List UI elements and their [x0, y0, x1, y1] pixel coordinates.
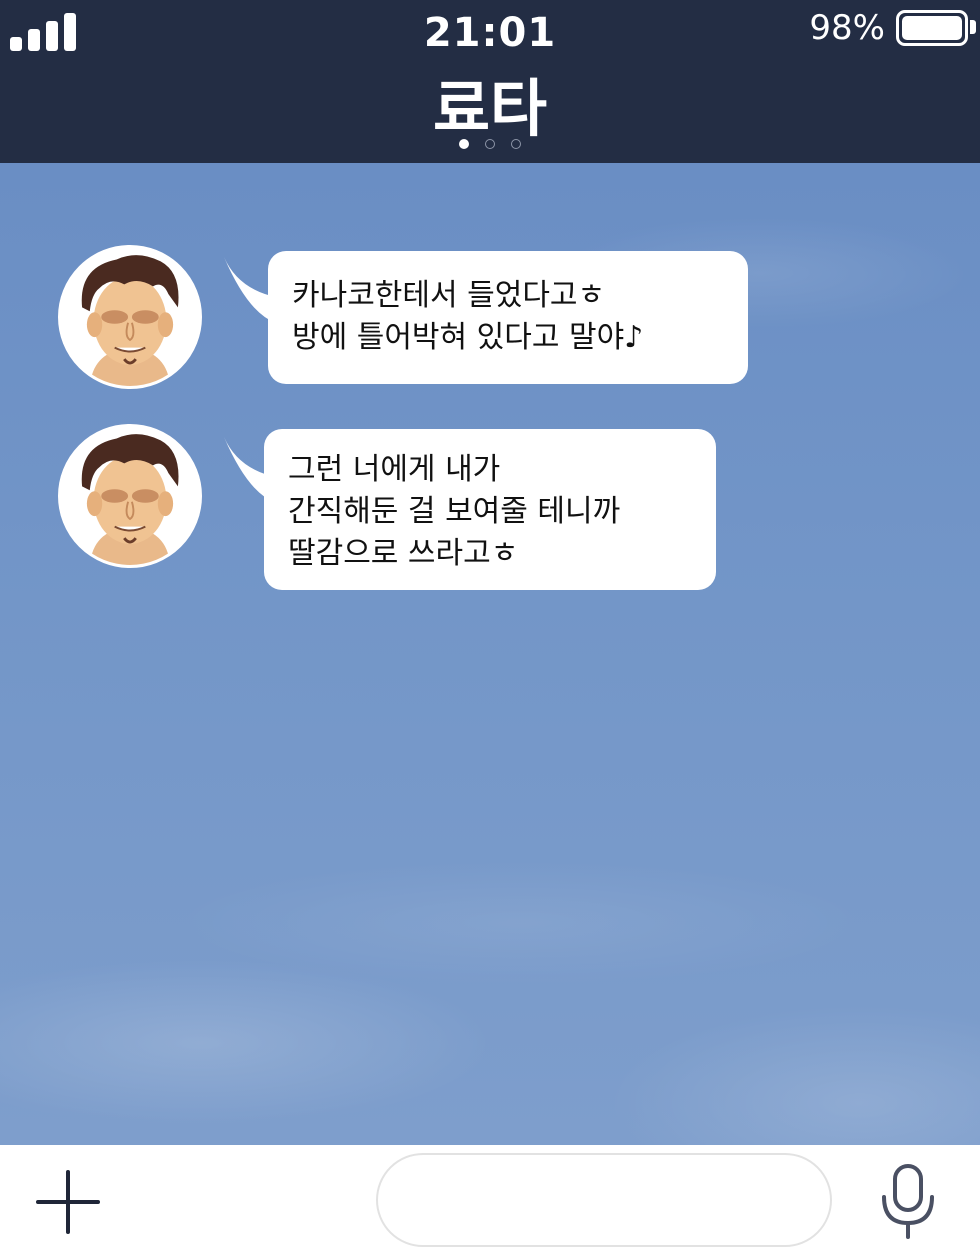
page-dot-2[interactable]: [485, 139, 495, 149]
plus-icon[interactable]: [36, 1170, 100, 1234]
avatar[interactable]: [58, 245, 202, 389]
page-dot-3[interactable]: [511, 139, 521, 149]
battery-icon: [896, 10, 968, 46]
message-bubble[interactable]: 그런 너에게 내가 간직해둔 걸 보여줄 테니까 딸감으로 쓰라고ㅎ: [264, 429, 716, 590]
avatar-portrait-icon: [61, 248, 199, 386]
message-line: 방에 틀어박혀 있다고 말야♪: [292, 320, 644, 355]
message-bubble[interactable]: 카나코한테서 들었다고ㅎ 방에 틀어박혀 있다고 말야♪: [268, 251, 748, 384]
avatar[interactable]: [58, 424, 202, 568]
page-dot-1[interactable]: [459, 139, 469, 149]
message-line: 간직해둔 걸 보여줄 테니까: [288, 494, 621, 529]
chat-header: 21:01 98% 료타: [0, 0, 980, 163]
avatar-portrait-icon: [61, 427, 199, 565]
message-line: 그런 너에게 내가: [288, 452, 501, 487]
microphone-icon[interactable]: [878, 1163, 938, 1239]
message-line: 카나코한테서 들었다고ㅎ: [292, 278, 606, 313]
battery-nub: [970, 20, 976, 34]
message-input[interactable]: [376, 1153, 832, 1247]
message-line: 딸감으로 쓰라고ㅎ: [288, 536, 519, 571]
battery-percent: 98%: [809, 8, 885, 48]
page-indicator[interactable]: [0, 139, 980, 149]
chat-title: 료타: [432, 72, 548, 145]
chat-area[interactable]: 카나코한테서 들었다고ㅎ 방에 틀어박혀 있다고 말야♪ 그런 너에게 내가 간…: [0, 163, 980, 1145]
